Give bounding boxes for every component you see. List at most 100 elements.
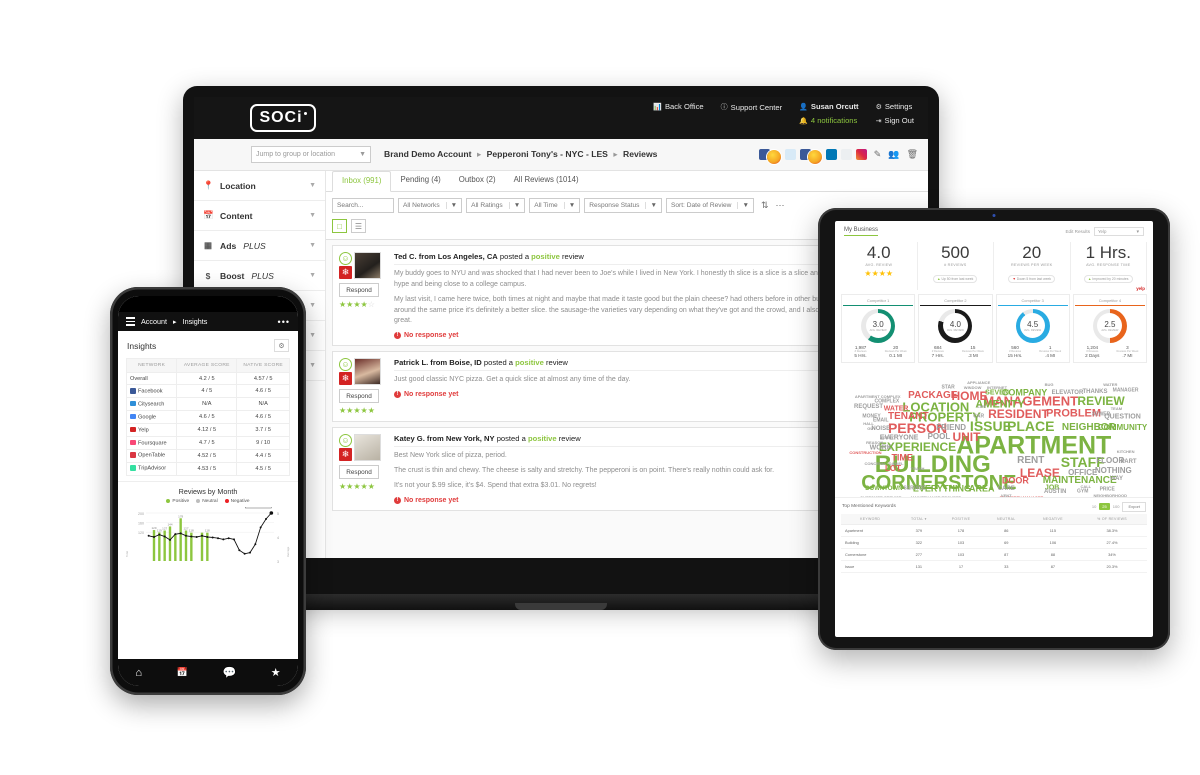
word-cloud-term[interactable]: APPLIANCE bbox=[967, 380, 990, 385]
delete-icon[interactable]: 🗑 bbox=[907, 149, 918, 160]
table-row[interactable]: Issue 131 17 33 87 20.3% bbox=[841, 560, 1147, 573]
filter-response-status[interactable]: Response Status ▼ bbox=[584, 198, 662, 213]
word-cloud-term[interactable]: KITCHEN bbox=[1117, 450, 1135, 454]
tab-my-business[interactable]: My Business bbox=[844, 227, 879, 236]
word-cloud-term[interactable]: REQUEST bbox=[854, 404, 883, 410]
table-row[interactable]: Yelp 4.12 / 5 3.7 / 5 bbox=[125, 423, 290, 437]
word-cloud-term[interactable]: MANAGER bbox=[1113, 388, 1139, 393]
word-cloud-term[interactable]: INTERNET bbox=[987, 386, 1007, 390]
word-cloud-term[interactable]: CAR bbox=[973, 414, 984, 420]
word-cloud-term[interactable]: OFFICE bbox=[1068, 468, 1097, 477]
word-cloud-term[interactable]: REASON bbox=[866, 441, 883, 445]
word-cloud-term[interactable]: SEWER bbox=[1092, 412, 1110, 417]
word-cloud-term[interactable]: GYM bbox=[1077, 489, 1088, 494]
word-cloud-term[interactable]: VENT bbox=[1001, 493, 1012, 497]
word-cloud-term[interactable]: STAR bbox=[941, 385, 954, 391]
filter-networks[interactable]: All Networks ▼ bbox=[398, 198, 463, 213]
word-cloud-term[interactable]: WAY bbox=[1110, 476, 1123, 482]
word-cloud-term[interactable]: WINDOW bbox=[964, 386, 982, 390]
word-cloud-term[interactable]: CARE bbox=[998, 486, 1015, 492]
filter-settings-icon[interactable]: ⚙ bbox=[274, 339, 289, 352]
word-cloud-term[interactable]: AUSTIN bbox=[1044, 489, 1066, 495]
nav-settings[interactable]: ⚙ Settings bbox=[876, 102, 914, 111]
page-size-10[interactable]: 10 bbox=[1092, 504, 1096, 509]
word-cloud-term[interactable]: CONSTRUCTION bbox=[849, 451, 881, 455]
instagram-icon[interactable] bbox=[855, 149, 867, 160]
page-size-100[interactable]: 100 bbox=[1113, 504, 1120, 509]
table-row[interactable]: Apartment 379 178 86 115 38.3% bbox=[841, 524, 1147, 537]
word-cloud-term[interactable]: ELEVATOR bbox=[1052, 390, 1084, 396]
word-cloud-term[interactable]: TENANT bbox=[888, 412, 929, 422]
network-select[interactable]: Yelp ▼ bbox=[1094, 227, 1144, 236]
calendar-icon[interactable]: 📅 bbox=[177, 667, 188, 678]
word-cloud-term[interactable]: SEVEN bbox=[985, 390, 1009, 397]
export-button[interactable]: Export bbox=[1122, 501, 1146, 512]
table-row[interactable]: Overall 4.2 / 5 4.57 / 5 bbox=[125, 371, 290, 386]
word-cloud-term[interactable]: WATER bbox=[1103, 383, 1117, 387]
word-cloud-term[interactable]: LOT bbox=[885, 464, 901, 473]
group-icon[interactable]: 👥 bbox=[888, 149, 899, 160]
nav-sign-out[interactable]: ⇥ Sign Out bbox=[876, 116, 914, 125]
sidebar-item-ads-plus[interactable]: ▦ Ads PLUS ▼ bbox=[194, 231, 325, 261]
word-cloud-term[interactable]: CUSTOMER SERVICE bbox=[860, 496, 901, 497]
jump-to-location-select[interactable]: Jump to group or location ▼ bbox=[251, 146, 371, 163]
tab-pending[interactable]: Pending (4) bbox=[391, 171, 449, 191]
word-cloud-term[interactable]: UNIT bbox=[952, 431, 980, 443]
list-view-button[interactable]: ☰ bbox=[351, 219, 366, 233]
sort-direction-icon[interactable]: ⇅ bbox=[761, 200, 769, 211]
edit-icon[interactable]: ✎ bbox=[874, 149, 882, 160]
word-cloud-term[interactable]: DOWNTOWN bbox=[865, 486, 902, 492]
word-cloud-term[interactable]: HALL bbox=[863, 421, 874, 426]
filter-sort[interactable]: Sort: Date of Review ▼ bbox=[665, 198, 754, 213]
word-cloud-term[interactable]: FRIEND bbox=[936, 423, 966, 432]
search-input[interactable]: Search... bbox=[332, 198, 394, 213]
word-cloud-term[interactable]: EMAIL bbox=[873, 418, 889, 424]
word-cloud-term[interactable]: TRASH bbox=[911, 466, 925, 471]
tab-inbox[interactable]: Inbox (991) bbox=[332, 171, 392, 192]
table-row[interactable]: Citysearch N/A N/A bbox=[125, 397, 290, 412]
menu-icon[interactable] bbox=[126, 317, 135, 326]
word-cloud-term[interactable]: PART bbox=[1121, 459, 1137, 465]
breadcrumb-location[interactable]: Pepperoni Tony's - NYC - LES bbox=[487, 149, 608, 159]
word-cloud-term[interactable]: NEIGHBORHOOD bbox=[1093, 493, 1127, 497]
sidebar-item-content[interactable]: 📅 Content ▼ bbox=[194, 201, 325, 231]
word-cloud-term[interactable]: SERVICE bbox=[904, 486, 926, 492]
word-cloud-term[interactable]: COMMUNITY bbox=[1098, 423, 1147, 432]
nav-notifications[interactable]: 🔔 4 notifications bbox=[799, 116, 858, 125]
phone-breadcrumb-account[interactable]: Account bbox=[141, 317, 167, 326]
table-row[interactable]: Building 322 103 69 106 27.4% bbox=[841, 536, 1147, 549]
star-icon[interactable]: ★ bbox=[271, 666, 281, 679]
word-cloud-term[interactable]: THANKS bbox=[1082, 389, 1107, 395]
word-cloud-term[interactable]: DOOR bbox=[1002, 476, 1029, 486]
table-row[interactable]: Google 4.6 / 5 4.6 / 5 bbox=[125, 410, 290, 424]
chat-icon[interactable]: 💬 bbox=[222, 666, 236, 679]
word-cloud-term[interactable]: PLACE bbox=[1007, 419, 1054, 433]
table-row[interactable]: Facebook 4 / 5 4.6 / 5 bbox=[125, 384, 290, 399]
word-cloud-term[interactable]: COMPLEX bbox=[875, 399, 900, 405]
word-cloud-term[interactable]: LIFE bbox=[977, 405, 986, 409]
page-size-25[interactable]: 25 bbox=[1099, 503, 1110, 511]
word-cloud-term[interactable]: GUY bbox=[867, 427, 876, 431]
more-options-icon[interactable]: ⋯ bbox=[776, 200, 785, 211]
tab-all-reviews[interactable]: All Reviews (1014) bbox=[505, 171, 588, 191]
home-icon[interactable]: ⌂ bbox=[135, 667, 142, 679]
nav-support-center[interactable]: ⓘ Support Center bbox=[721, 102, 783, 112]
word-cloud-term[interactable]: MAINTENANCE REQUEST bbox=[911, 496, 961, 497]
table-row[interactable]: Foursquare 4.7 / 59 / 10 bbox=[125, 435, 290, 450]
word-cloud-term[interactable]: PACKAGE bbox=[908, 390, 957, 401]
table-row[interactable]: TripAdvisor 4.53 / 5 4.5 / 5 bbox=[125, 461, 290, 476]
nav-user[interactable]: 👤 Susan Orcutt bbox=[799, 102, 858, 111]
breadcrumb-account[interactable]: Brand Demo Account bbox=[384, 149, 472, 159]
word-cloud-term[interactable]: NOTHING bbox=[1095, 467, 1132, 475]
respond-button[interactable]: Respond bbox=[339, 465, 379, 480]
linkedin-icon[interactable] bbox=[825, 149, 837, 160]
tab-outbox[interactable]: Outbox (2) bbox=[450, 171, 505, 191]
more-options-icon[interactable]: ••• bbox=[278, 317, 290, 327]
filter-time[interactable]: All Time ▼ bbox=[529, 198, 581, 213]
table-row[interactable]: Cornerstone 277 103 87 88 34% bbox=[841, 548, 1147, 561]
word-cloud-term[interactable]: RENT bbox=[1017, 456, 1044, 466]
table-row[interactable]: OpenTable 4.52 / 5 4.4 / 5 bbox=[125, 448, 290, 463]
word-cloud-term[interactable]: AREA bbox=[969, 484, 995, 494]
column-header-total[interactable]: TOTAL ▾ bbox=[899, 513, 939, 525]
word-cloud-term[interactable]: BUG bbox=[1045, 383, 1054, 387]
